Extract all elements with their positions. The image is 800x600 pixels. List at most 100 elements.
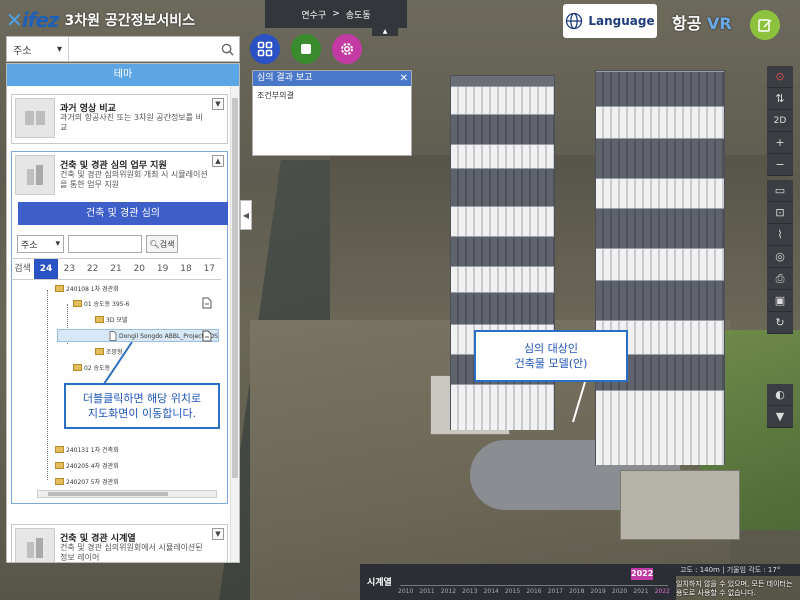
zoom-out-button[interactable]: − <box>767 154 793 176</box>
refresh-button[interactable]: ↻ <box>767 312 793 334</box>
language-button[interactable]: Language <box>563 4 657 38</box>
search-type-label: 주소 <box>13 45 32 57</box>
review-search-type-label: 주소 <box>21 240 38 251</box>
breadcrumb-district[interactable]: 연수구 <box>301 8 326 21</box>
year-tab-23[interactable]: 23 <box>58 259 81 279</box>
tree-node-label: 240207 5차 경관회 <box>66 479 119 486</box>
year-tab-search[interactable]: 검색 <box>11 259 34 279</box>
compass-icon: ⊙ <box>775 70 785 83</box>
year-tab-24[interactable]: 24 <box>34 259 58 279</box>
edit-button[interactable] <box>750 10 780 40</box>
tree-node[interactable]: 240131 1차 건축회 <box>55 445 119 454</box>
callout-line: 건축물 모델(안) <box>514 357 588 370</box>
building-hint-callout: 심의 대상인 건축물 모델(안) <box>474 330 628 382</box>
close-icon[interactable]: ✕ <box>400 71 408 86</box>
tree-node[interactable]: 3D 모델 <box>95 315 127 324</box>
search-type-select[interactable]: 주소 ▾ <box>7 37 69 61</box>
callout-pointer <box>572 381 586 423</box>
timeline-year[interactable]: 2013 <box>462 588 477 595</box>
report-title: 심의 결과 보고 <box>257 73 313 83</box>
breadcrumb: 연수구 > 송도동 <box>265 0 407 28</box>
year-tab-17[interactable]: 17 <box>198 259 221 279</box>
viewshed-button[interactable]: ◎ <box>767 246 793 268</box>
review-result-window: 심의 결과 보고 ✕ 조건부의결 <box>252 70 412 156</box>
year-tab-19[interactable]: 19 <box>151 259 174 279</box>
settings-button[interactable] <box>332 34 362 64</box>
print-icon: ⎙ <box>775 271 785 285</box>
folder-icon <box>55 478 64 485</box>
year-tab-21[interactable]: 21 <box>104 259 127 279</box>
file-action-icon[interactable] <box>201 330 213 342</box>
grid-menu-button[interactable] <box>250 34 280 64</box>
panel-scrollbar[interactable] <box>230 86 239 562</box>
tree-node-label: 240108 1차 경관회 <box>66 286 119 293</box>
review-button[interactable]: 건축 및 경관 심의 <box>18 202 228 225</box>
timeline-year[interactable]: 2018 <box>569 588 584 595</box>
tree-horizontal-scrollbar[interactable] <box>37 490 217 498</box>
timeline-year[interactable]: 2020 <box>612 588 627 595</box>
measure-distance-button[interactable]: ▭ <box>767 180 793 202</box>
timeline-year[interactable]: 2012 <box>441 588 456 595</box>
breadcrumb-dong[interactable]: 송도동 <box>346 8 371 21</box>
low-building <box>620 470 740 540</box>
review-search-input[interactable] <box>68 235 142 253</box>
review-search-button[interactable]: 🔍︎ 검색 <box>146 235 178 253</box>
building-thumbnail-icon <box>15 528 55 562</box>
card-expand-toggle[interactable]: ▼ <box>212 98 224 110</box>
theme-card-time-series[interactable]: 건축 및 경관 시계열 건축 및 경관 심의위원회에서 시뮬레이션된 정보 레이… <box>11 524 228 562</box>
timeline-year[interactable]: 2011 <box>419 588 434 595</box>
reset-view-button[interactable]: ⇅ <box>767 88 793 110</box>
mode-toggle-button[interactable]: 2D <box>767 110 793 132</box>
search-button[interactable] <box>215 37 239 61</box>
callout-pointer <box>103 341 133 385</box>
logo[interactable]: ✕ifez 3차원 공간정보서비스 <box>6 8 195 32</box>
review-search-type-select[interactable]: 주소 ▾ <box>17 235 64 253</box>
theme-panel: 테마 과거 영상 비교 과거의 항공사진 또는 3차원 공간정보를 비교 ▼ 건… <box>6 63 240 563</box>
timeline-year[interactable]: 2017 <box>548 588 563 595</box>
timeline-year[interactable]: 2019 <box>591 588 606 595</box>
timeline-current-year[interactable]: 2022 <box>631 568 653 580</box>
compare-thumbnail-icon <box>15 98 55 138</box>
search-icon <box>221 43 234 56</box>
tree-node[interactable]: 240108 1차 경관회 <box>55 284 119 293</box>
toolbar-collapse-button[interactable]: ▼ <box>767 406 793 428</box>
timeline-year[interactable]: 2010 <box>398 588 413 595</box>
timeline-year[interactable]: 2022 <box>655 588 670 595</box>
breadcrumb-collapse-tab[interactable]: ▲ <box>372 28 398 36</box>
file-action-icon[interactable] <box>201 297 213 309</box>
search-icon: 🔍︎ <box>149 239 160 249</box>
theme-card-past-imagery[interactable]: 과거 영상 비교 과거의 항공사진 또는 3차원 공간정보를 비교 ▼ <box>11 94 228 144</box>
panel-collapse-button[interactable]: ◀ <box>240 200 252 230</box>
timeline-label: 시계열 <box>367 578 392 588</box>
card-expand-toggle[interactable]: ▼ <box>212 528 224 540</box>
profile-button[interactable]: ⌇ <box>767 224 793 246</box>
timeline-year[interactable]: 2014 <box>484 588 499 595</box>
report-body[interactable]: 조건부의결 <box>253 86 411 105</box>
callout-line: 지도화면이 이동합니다. <box>87 407 197 420</box>
year-tab-22[interactable]: 22 <box>81 259 104 279</box>
tree-node[interactable]: 240205 4차 경관회 <box>55 461 119 470</box>
search-input[interactable] <box>69 37 215 61</box>
zoom-in-button[interactable]: + <box>767 132 793 154</box>
chevron-down-icon: ▾ <box>56 43 62 55</box>
card-description: 건축 및 경관 심의위원회 개최 시 시뮬레이션을 통한 업무 지원 <box>60 170 208 189</box>
tree-node[interactable]: 240207 5차 경관회 <box>55 477 119 486</box>
right-toolbar-tools: ▭ ⊡ ⌇ ◎ ⎙ ▣ ↻ <box>767 180 793 334</box>
print-button[interactable]: ⎙ <box>767 268 793 290</box>
card-collapse-toggle[interactable]: ▲ <box>212 155 224 167</box>
save-button[interactable]: ▣ <box>767 290 793 312</box>
sun-icon: ◐ <box>775 388 785 401</box>
timeline-year[interactable]: 2016 <box>526 588 541 595</box>
timeline-year[interactable]: 2021 <box>633 588 648 595</box>
tree-node[interactable]: 01 송도동 395-6 <box>73 299 129 308</box>
timeline-year[interactable]: 2015 <box>505 588 520 595</box>
compass-button[interactable]: ⊙ <box>767 66 793 88</box>
aerial-vr-link[interactable]: 항공 VR <box>672 10 732 34</box>
stop-button[interactable] <box>291 34 321 64</box>
year-tab-20[interactable]: 20 <box>128 259 151 279</box>
sun-button[interactable]: ◐ <box>767 384 793 406</box>
timeline-track[interactable] <box>400 585 668 586</box>
tree-node-label: 240205 4차 경관회 <box>66 463 119 470</box>
measure-area-button[interactable]: ⊡ <box>767 202 793 224</box>
year-tab-18[interactable]: 18 <box>174 259 197 279</box>
